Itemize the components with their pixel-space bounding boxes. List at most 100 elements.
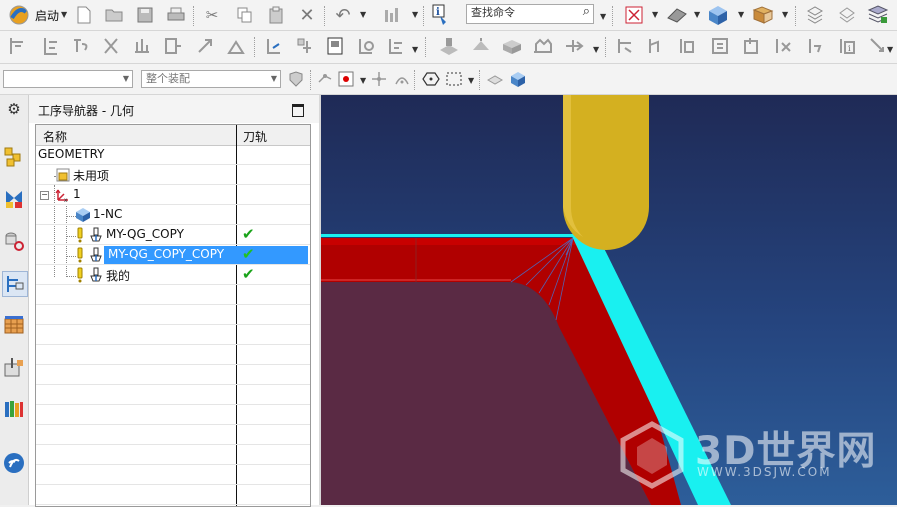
magnifier-icon[interactable]: ⌕	[583, 5, 590, 19]
tree-row-operation-selected[interactable]: MY-QG_COPY_COPY ✔	[36, 245, 310, 265]
constraint-navigator-icon[interactable]	[2, 187, 26, 211]
point-on-face-icon[interactable]	[335, 68, 357, 90]
general-selection-filter-icon[interactable]	[285, 68, 307, 90]
undo-dropdown-arrow-icon[interactable]: ▼	[360, 10, 366, 19]
part-navigator-icon[interactable]	[2, 229, 26, 253]
assembly-navigator-icon[interactable]	[2, 145, 26, 169]
delete-icon[interactable]: ✕	[296, 4, 318, 26]
feed-rate-icon[interactable]	[355, 35, 377, 57]
tree-row-empty	[36, 285, 310, 305]
paste-icon[interactable]	[265, 4, 287, 26]
tool-display-icon[interactable]	[866, 35, 888, 57]
operation-navigator-icon[interactable]	[2, 271, 28, 297]
column-header-toolpath[interactable]: 刀轨	[243, 128, 267, 145]
selection-filter-select[interactable]: ▼	[3, 70, 133, 88]
print-icon[interactable]	[165, 4, 187, 26]
new-file-icon[interactable]	[73, 4, 95, 26]
tree-row-mcs[interactable]: − x 1	[36, 185, 310, 205]
geometry-dropdown-arrow-icon[interactable]: ▼	[593, 45, 599, 54]
assembly-scope-select[interactable]: 整个装配 ▼	[141, 70, 281, 88]
toolbar-separator	[324, 6, 326, 26]
maximize-panel-icon[interactable]	[292, 104, 304, 117]
shop-doc-icon[interactable]	[194, 35, 216, 57]
layer-settings-icon[interactable]	[752, 4, 774, 26]
tree-row-unused-items[interactable]: 未用项	[36, 165, 310, 185]
command-finder-dropdown-arrow-icon[interactable]: ▼	[600, 12, 606, 21]
orient-view-cube-icon[interactable]	[707, 4, 729, 26]
nx-start-logo-icon[interactable]	[6, 4, 32, 26]
tree-row-workpiece[interactable]: 1-NC	[36, 205, 310, 225]
tree-row-geometry[interactable]: GEOMETRY	[36, 145, 310, 165]
blank-icon[interactable]	[501, 35, 523, 57]
replay-toolpath-icon[interactable]	[70, 35, 92, 57]
cut-icon[interactable]: ✂	[201, 4, 223, 26]
undo-icon[interactable]: ↶	[332, 4, 354, 26]
cam-more-dropdown-arrow-icon[interactable]: ▼	[887, 45, 893, 54]
wcs-orient-icon[interactable]	[836, 4, 858, 26]
unused-items-icon	[56, 168, 70, 182]
reuse-library-icon[interactable]	[2, 397, 26, 421]
start-dropdown-arrow-icon[interactable]: ▼	[61, 10, 67, 19]
rectangle-select-icon[interactable]	[443, 68, 465, 90]
cutting-parameters-icon[interactable]	[709, 35, 731, 57]
select-mode-dropdown-arrow-icon[interactable]: ▼	[468, 76, 474, 85]
fixture-icon[interactable]	[470, 35, 492, 57]
fit-view-dropdown-arrow-icon[interactable]: ▼	[652, 10, 658, 19]
snap-dropdown-arrow-icon[interactable]: ▼	[360, 76, 366, 85]
machine-tool-icon[interactable]	[438, 35, 460, 57]
roles-icon[interactable]	[2, 451, 26, 475]
move-operation-icon[interactable]	[263, 35, 285, 57]
generate-toolpath-icon[interactable]	[40, 35, 62, 57]
toolbar-separator	[612, 6, 614, 26]
orient-dropdown-arrow-icon[interactable]: ▼	[738, 10, 744, 19]
toolpath-filter-icon[interactable]	[385, 35, 407, 57]
machining-feature-navigator-icon[interactable]	[2, 355, 26, 379]
postprocess-icon[interactable]	[162, 35, 184, 57]
layer-dropdown-arrow-icon[interactable]: ▼	[782, 10, 788, 19]
material-icon[interactable]	[563, 35, 585, 57]
repeat-dropdown-arrow-icon[interactable]: ▼	[412, 10, 418, 19]
non-cutting-moves-icon[interactable]	[741, 35, 763, 57]
collapse-toggle-icon[interactable]: −	[40, 191, 49, 200]
verify-2d-icon[interactable]	[614, 35, 636, 57]
tree-row-operation[interactable]: 我的 ✔	[36, 265, 310, 285]
open-file-icon[interactable]	[104, 4, 126, 26]
gear-icon[interactable]: ⚙	[2, 97, 26, 121]
cut-toolpath-icon[interactable]	[100, 35, 122, 57]
gouge-check-icon[interactable]	[676, 35, 698, 57]
output-cls-icon[interactable]	[225, 35, 247, 57]
navigator-tree[interactable]: 名称 刀轨 GEOMETRY 未用项 − x 1 1-NC MY-QG_COPY…	[35, 124, 311, 507]
information-icon[interactable]: i	[430, 4, 452, 26]
toolbar-separator	[423, 6, 425, 26]
tree-row-operation[interactable]: MY-QG_COPY ✔	[36, 225, 310, 245]
verify-toolpath-icon[interactable]	[131, 35, 153, 57]
copy-icon[interactable]	[234, 4, 256, 26]
command-finder-input[interactable]: 查找命令 ⌕	[466, 4, 594, 24]
point-constructor-icon[interactable]	[368, 68, 390, 90]
create-operation-icon[interactable]	[6, 35, 28, 57]
snap-point-icon[interactable]	[314, 68, 336, 90]
operations-dropdown-arrow-icon[interactable]: ▼	[412, 45, 418, 54]
ipw-icon[interactable]	[532, 35, 554, 57]
tool-path-edit-icon[interactable]	[805, 35, 827, 57]
start-menu-label[interactable]: 启动	[35, 7, 59, 24]
verify-3d-icon[interactable]	[645, 35, 667, 57]
layer-stack-icon[interactable]	[867, 4, 889, 26]
hexagon-select-icon[interactable]	[420, 68, 442, 90]
toolbar-separator	[425, 37, 427, 57]
operation-properties-icon[interactable]	[324, 35, 346, 57]
render-style-icon[interactable]	[666, 4, 688, 26]
fit-view-icon[interactable]	[623, 4, 645, 26]
delete-toolpath-icon[interactable]	[772, 35, 794, 57]
render-style-dropdown-arrow-icon[interactable]: ▼	[694, 10, 700, 19]
operation-info-icon[interactable]: i	[836, 35, 858, 57]
machine-tool-navigator-icon[interactable]	[2, 313, 26, 337]
wcs-display-icon[interactable]	[804, 4, 826, 26]
insert-operation-icon[interactable]	[294, 35, 316, 57]
repeat-command-icon[interactable]	[381, 4, 403, 26]
save-icon[interactable]	[134, 4, 156, 26]
select-body-icon[interactable]	[507, 68, 529, 90]
arc-center-icon[interactable]	[391, 68, 413, 90]
show-hidden-icon[interactable]	[484, 68, 506, 90]
column-header-name[interactable]: 名称	[43, 128, 67, 145]
